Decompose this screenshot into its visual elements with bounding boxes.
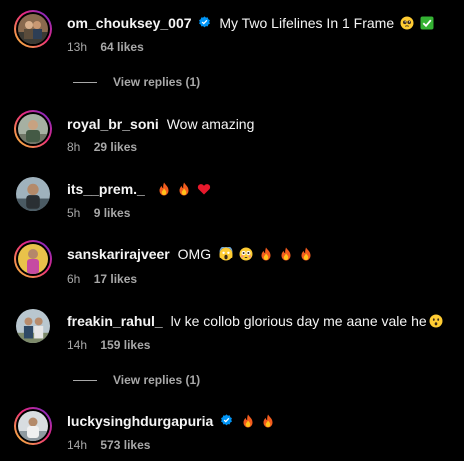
comment-meta: 8h 29 likes	[67, 139, 137, 155]
comment-text: Wow amazing	[166, 116, 255, 132]
fire-emoji	[241, 414, 255, 428]
username[interactable]: sanskarirajveer	[67, 246, 170, 262]
comment-text: My Two Lifelines In 1 Frame	[219, 15, 395, 31]
replies-divider	[73, 380, 97, 382]
avatar[interactable]	[14, 175, 52, 213]
verified-badge-icon	[199, 16, 211, 28]
comment-time: 14h	[67, 338, 88, 352]
avatar[interactable]	[14, 407, 52, 445]
username[interactable]: its__prem._	[67, 181, 145, 197]
comment-line: luckysinghdurgapuria	[67, 412, 275, 430]
avatar-photo-icon	[18, 411, 48, 441]
likes-count[interactable]: 573 likes	[100, 438, 150, 452]
fire-emoji	[177, 182, 191, 196]
likes-count[interactable]: 9 likes	[94, 206, 131, 220]
fire-emoji	[299, 247, 313, 261]
comment-line: its__prem._	[67, 180, 211, 198]
flushed-face-emoji	[239, 247, 253, 261]
comment-text: OMG	[177, 246, 212, 262]
view-replies-button[interactable]: View replies (1)	[73, 74, 200, 90]
likes-count[interactable]: 159 likes	[100, 338, 150, 352]
likes-count[interactable]: 29 likes	[94, 140, 137, 154]
avatar[interactable]	[14, 240, 52, 278]
fire-emoji	[259, 247, 273, 261]
comment-time: 8h	[67, 140, 81, 154]
fire-emoji	[261, 414, 275, 428]
check-mark-button-emoji	[420, 16, 434, 30]
comments-list: om_chouksey_007 My Two Lifelines In 1 Fr…	[0, 0, 464, 461]
view-replies-label: View replies (1)	[113, 75, 201, 89]
view-replies-label: View replies (1)	[113, 373, 201, 387]
username[interactable]: om_chouksey_007	[67, 15, 192, 31]
comment-time: 13h	[67, 40, 88, 54]
red-heart-emoji	[197, 182, 211, 196]
comment-meta: 14h 573 likes	[67, 437, 150, 453]
hushed-face-emoji	[429, 314, 443, 328]
avatar-photo-icon	[16, 177, 50, 211]
comment-line: om_chouksey_007 My Two Lifelines In 1 Fr…	[67, 14, 434, 32]
avatar[interactable]	[14, 307, 52, 345]
comment-meta: 13h 64 likes	[67, 39, 144, 55]
view-replies-button[interactable]: View replies (1)	[73, 372, 200, 388]
avatar-photo-icon	[18, 14, 48, 44]
pleading-face-emoji	[400, 16, 414, 30]
username[interactable]: luckysinghdurgapuria	[67, 413, 213, 429]
username[interactable]: freakin_rahul_	[67, 313, 163, 329]
comment-time: 14h	[67, 438, 88, 452]
comment-meta: 6h 17 likes	[67, 271, 137, 287]
comment-time: 6h	[67, 272, 81, 286]
avatar-photo-icon	[18, 114, 48, 144]
comment-meta: 5h 9 likes	[67, 205, 130, 221]
likes-count[interactable]: 64 likes	[100, 40, 143, 54]
avatar-photo-icon	[18, 244, 48, 274]
fire-emoji	[157, 182, 171, 196]
screaming-face-emoji	[219, 247, 233, 261]
comment-text: lv ke collob glorious day me aane vale h…	[170, 313, 427, 329]
fire-emoji	[279, 247, 293, 261]
avatar[interactable]	[14, 10, 52, 48]
avatar-photo-icon	[16, 309, 50, 343]
comment-time: 5h	[67, 206, 81, 220]
verified-badge-icon	[221, 414, 233, 426]
replies-divider	[73, 82, 97, 84]
comment-line: sanskarirajveer OMG	[67, 245, 313, 263]
username[interactable]: royal_br_soni	[67, 116, 159, 132]
comment-meta: 14h 159 likes	[67, 337, 150, 353]
comment-line: royal_br_soni Wow amazing	[67, 115, 254, 133]
avatar[interactable]	[14, 110, 52, 148]
likes-count[interactable]: 17 likes	[94, 272, 137, 286]
comment-line: freakin_rahul_ lv ke collob glorious day…	[67, 312, 443, 330]
